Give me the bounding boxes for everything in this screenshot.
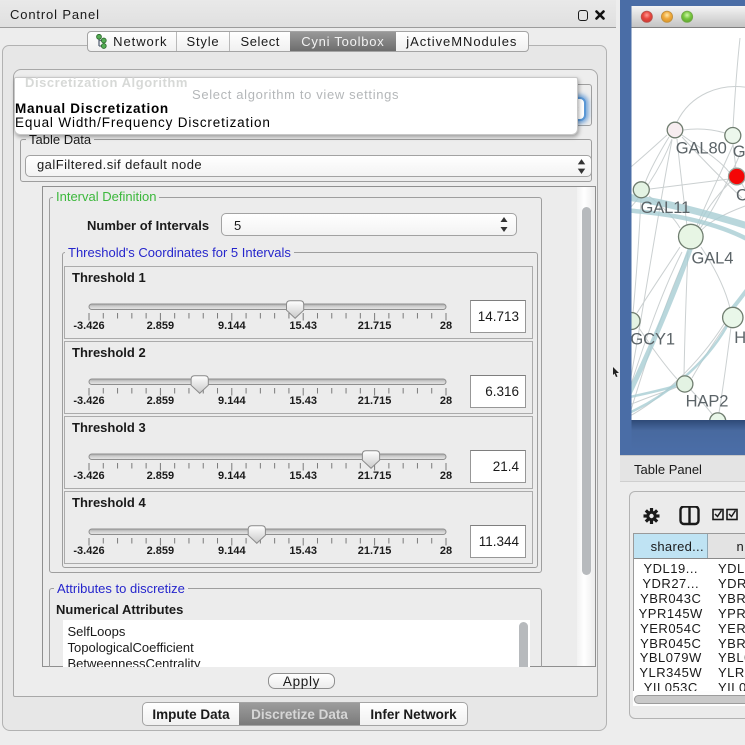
svg-text:21.715: 21.715 (358, 320, 392, 332)
svg-text:9.144: 9.144 (218, 470, 246, 482)
svg-text:-3.426: -3.426 (73, 395, 104, 407)
svg-text:2.859: 2.859 (147, 395, 175, 407)
svg-text:2.859: 2.859 (147, 470, 175, 482)
svg-text:9.144: 9.144 (218, 320, 246, 332)
svg-text:-3.426: -3.426 (73, 320, 104, 332)
svg-text:GAL4: GAL4 (692, 250, 734, 268)
svg-text:HI: HI (734, 329, 745, 347)
svg-text:9.144: 9.144 (218, 395, 246, 407)
svg-text:GA: GA (733, 143, 745, 161)
svg-text:15.43: 15.43 (289, 395, 317, 407)
svg-text:21.715: 21.715 (358, 395, 392, 407)
svg-text:HAP2: HAP2 (686, 393, 729, 411)
svg-text:15.43: 15.43 (289, 545, 317, 557)
svg-text:28: 28 (440, 545, 452, 557)
svg-text:2.859: 2.859 (147, 545, 175, 557)
svg-text:21.715: 21.715 (358, 470, 392, 482)
svg-text:2.859: 2.859 (147, 320, 175, 332)
svg-text:GAL80: GAL80 (676, 140, 727, 158)
svg-text:21.715: 21.715 (358, 545, 392, 557)
svg-text:-3.426: -3.426 (73, 545, 104, 557)
svg-text:GCY1: GCY1 (630, 331, 675, 349)
svg-text:28: 28 (440, 470, 452, 482)
svg-text:-3.426: -3.426 (73, 470, 104, 482)
svg-text:28: 28 (440, 395, 452, 407)
svg-text:15.43: 15.43 (289, 470, 317, 482)
svg-text:15.43: 15.43 (289, 320, 317, 332)
svg-text:28: 28 (440, 320, 452, 332)
svg-text:9.144: 9.144 (218, 545, 246, 557)
svg-text:GAL11: GAL11 (641, 199, 691, 217)
svg-text:CR: CR (736, 187, 745, 205)
